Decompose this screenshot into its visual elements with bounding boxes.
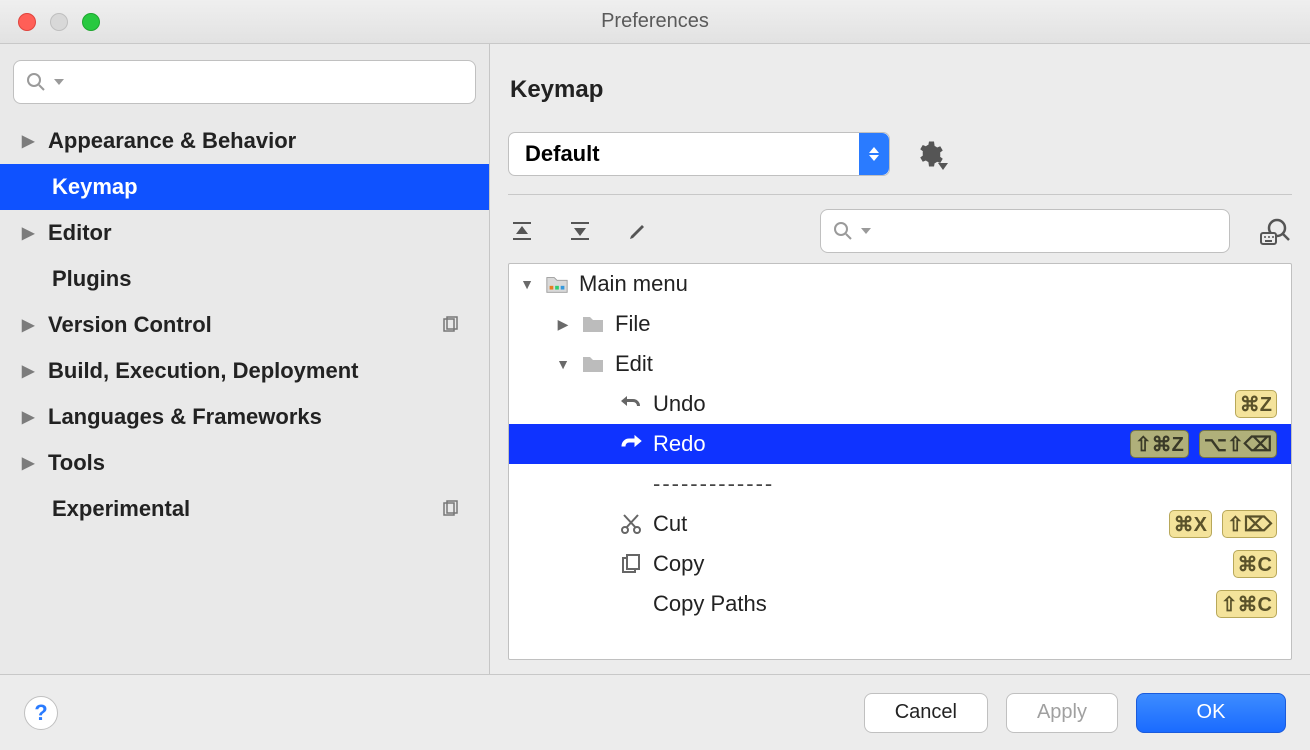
tree-action-undo[interactable]: Undo ⌘Z <box>509 384 1291 424</box>
undo-icon <box>619 393 643 415</box>
button-label: Cancel <box>895 701 957 724</box>
shortcut-badge: ⌘C <box>1233 550 1277 578</box>
tree-separator: ------------- <box>509 464 1291 504</box>
apply-button[interactable]: Apply <box>1006 693 1118 733</box>
collapse-all-icon <box>569 220 591 242</box>
shortcut-badge: ⌘X <box>1169 510 1212 538</box>
tree-node-edit[interactable]: ▼ Edit <box>509 344 1291 384</box>
sidebar-item-keymap[interactable]: Keymap <box>0 164 489 210</box>
sidebar-item-label: Editor <box>48 220 112 246</box>
sidebar-item-label: Version Control <box>48 312 212 338</box>
sidebar-item-label: Experimental <box>52 496 190 522</box>
shortcut-badge: ⇧⌘Z <box>1130 430 1189 458</box>
sidebar-item-appearance[interactable]: ▶Appearance & Behavior <box>0 118 489 164</box>
copy-icon <box>619 553 643 575</box>
tree-node-label: File <box>615 311 650 337</box>
cut-icon <box>619 513 643 535</box>
profile-copy-icon <box>441 500 459 518</box>
shortcut-list: ⌘C <box>1233 550 1281 578</box>
redo-icon <box>619 433 643 455</box>
sidebar-item-label: Languages & Frameworks <box>48 404 322 430</box>
keymap-scheme-select[interactable]: Default <box>508 132 890 176</box>
edit-shortcut-button[interactable] <box>624 217 652 245</box>
sidebar-search[interactable] <box>13 60 476 104</box>
menu-folder-icon <box>545 273 569 295</box>
titlebar: Preferences <box>0 0 1310 44</box>
settings-sidebar: ▶Appearance & Behavior Keymap ▶Editor Pl… <box>0 44 490 674</box>
collapse-all-button[interactable] <box>566 217 594 245</box>
shortcut-list: ⇧⌘Z ⌥⇧⌫ <box>1130 430 1281 458</box>
shortcut-list: ⌘X ⇧⌦ <box>1169 510 1281 538</box>
shortcut-badge: ⌘Z <box>1235 390 1277 418</box>
keymap-tree[interactable]: ▼ Main menu ▶ File ▼ Edit Undo <box>508 263 1292 660</box>
keymap-scheme-value: Default <box>525 141 600 167</box>
help-button[interactable]: ? <box>24 696 58 730</box>
button-label: Apply <box>1037 701 1087 724</box>
dropdown-caret-icon <box>861 226 871 236</box>
shortcut-list: ⌘Z <box>1235 390 1281 418</box>
find-shortcut-icon <box>1260 217 1290 245</box>
tree-node-label: Main menu <box>579 271 688 297</box>
folder-icon <box>581 313 605 335</box>
search-icon <box>833 221 853 241</box>
select-stepper-icon <box>859 133 889 175</box>
folder-icon <box>581 353 605 375</box>
pencil-icon <box>627 220 649 242</box>
tree-action-cut[interactable]: Cut ⌘X ⇧⌦ <box>509 504 1291 544</box>
action-label: Redo <box>653 431 706 457</box>
button-label: OK <box>1197 701 1226 724</box>
tree-node-label: Edit <box>615 351 653 377</box>
sidebar-item-languages[interactable]: ▶Languages & Frameworks <box>0 394 489 440</box>
window-title: Preferences <box>0 10 1310 33</box>
shortcut-badge: ⇧⌦ <box>1222 510 1277 538</box>
action-label: Copy Paths <box>653 591 767 617</box>
separator-label: ------------- <box>653 471 774 497</box>
dialog-footer: ? Cancel Apply OK <box>0 674 1310 750</box>
tree-action-redo[interactable]: Redo ⇧⌘Z ⌥⇧⌫ <box>509 424 1291 464</box>
sidebar-item-editor[interactable]: ▶Editor <box>0 210 489 256</box>
ok-button[interactable]: OK <box>1136 693 1286 733</box>
cancel-button[interactable]: Cancel <box>864 693 988 733</box>
action-label: Cut <box>653 511 687 537</box>
shortcut-badge: ⌥⇧⌫ <box>1199 430 1277 458</box>
main-panel: Keymap Default <box>490 44 1310 674</box>
tree-action-copy[interactable]: Copy ⌘C <box>509 544 1291 584</box>
sidebar-item-label: Plugins <box>52 266 131 292</box>
tree-action-copy-paths[interactable]: Copy Paths ⇧⌘C <box>509 584 1291 624</box>
shortcut-badge: ⇧⌘C <box>1216 590 1277 618</box>
sidebar-item-label: Build, Execution, Deployment <box>48 358 358 384</box>
tree-node-file[interactable]: ▶ File <box>509 304 1291 344</box>
scheme-actions-button[interactable] <box>914 139 944 169</box>
sidebar-item-tools[interactable]: ▶Tools <box>0 440 489 486</box>
panel-title: Keymap <box>510 76 1292 104</box>
divider <box>508 194 1292 195</box>
search-icon <box>26 72 46 92</box>
sidebar-item-label: Appearance & Behavior <box>48 128 296 154</box>
profile-copy-icon <box>441 316 459 334</box>
sidebar-search-input[interactable] <box>72 72 463 93</box>
sidebar-item-label: Tools <box>48 450 105 476</box>
sidebar-item-label: Keymap <box>52 174 138 200</box>
find-by-shortcut-button[interactable] <box>1260 217 1292 245</box>
tree-node-main-menu[interactable]: ▼ Main menu <box>509 264 1291 304</box>
actions-search[interactable] <box>820 209 1230 253</box>
shortcut-list: ⇧⌘C <box>1216 590 1281 618</box>
expand-all-icon <box>511 220 533 242</box>
action-label: Undo <box>653 391 706 417</box>
sidebar-item-build[interactable]: ▶Build, Execution, Deployment <box>0 348 489 394</box>
actions-search-input[interactable] <box>879 221 1217 242</box>
dropdown-caret-icon <box>938 163 948 171</box>
action-label: Copy <box>653 551 704 577</box>
sidebar-item-experimental[interactable]: Experimental <box>0 486 489 532</box>
sidebar-item-plugins[interactable]: Plugins <box>0 256 489 302</box>
sidebar-item-version-control[interactable]: ▶Version Control <box>0 302 489 348</box>
expand-all-button[interactable] <box>508 217 536 245</box>
dropdown-caret-icon <box>54 77 64 87</box>
